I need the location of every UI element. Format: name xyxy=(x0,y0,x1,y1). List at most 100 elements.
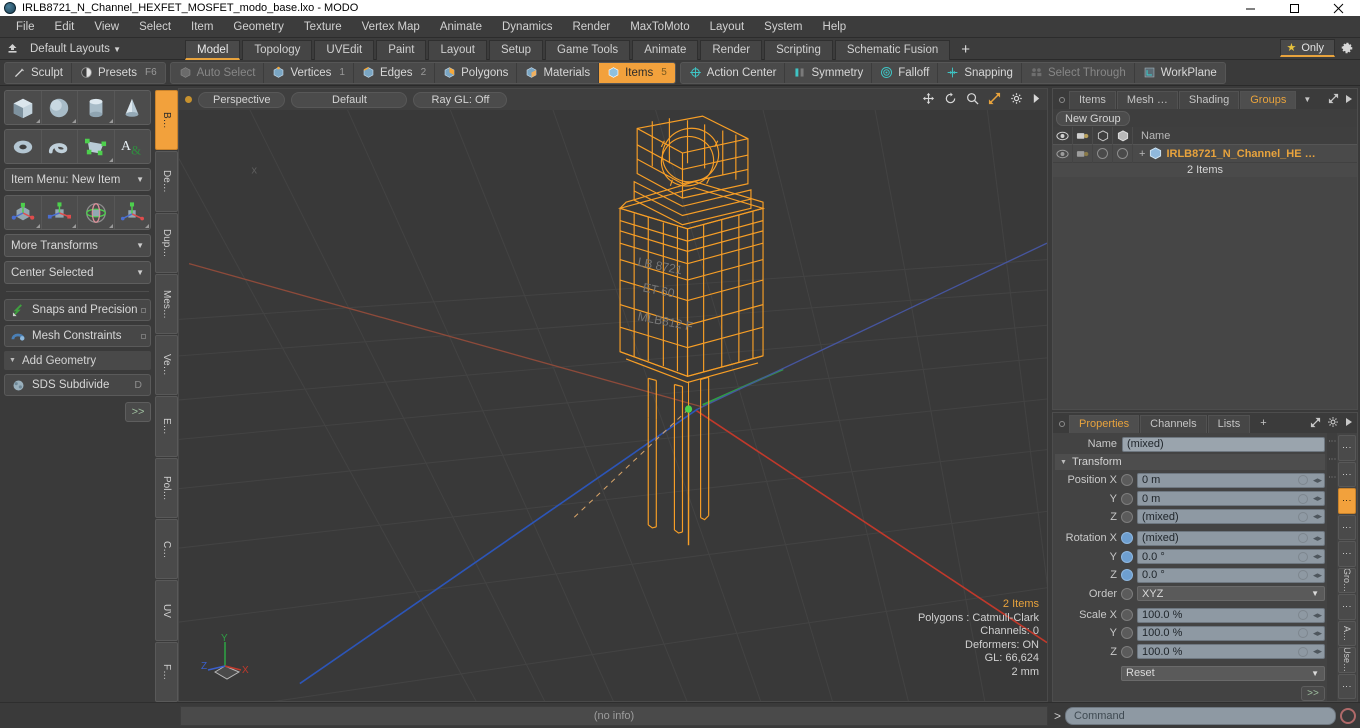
name-field[interactable]: (mixed) xyxy=(1122,436,1325,452)
viewport-shading-button[interactable]: Default xyxy=(291,91,408,108)
rotation-y-spinner[interactable]: ◂▸ xyxy=(1313,551,1322,562)
rotation-z-spinner[interactable]: ◂▸ xyxy=(1313,570,1322,581)
rotation-x-key-circle[interactable] xyxy=(1298,533,1308,544)
transform-section-header[interactable]: ▼ Transform xyxy=(1055,454,1325,470)
chevron-down-icon[interactable]: ▼ xyxy=(1297,91,1317,109)
viewport-3d-canvas[interactable]: x LB 8721 ET 60 MLB812 F 2 Items Polygon… xyxy=(178,110,1048,702)
scale-x-field[interactable]: 100.0 % ◂▸ xyxy=(1137,607,1325,623)
gear-icon[interactable] xyxy=(1338,39,1356,57)
tab-model[interactable]: Model xyxy=(185,39,241,60)
snaps-and-precision-button[interactable]: Snaps and Precision xyxy=(4,299,151,321)
pvtab-3[interactable]: ⋮ xyxy=(1338,488,1356,514)
torus-primitive-button[interactable] xyxy=(5,130,41,163)
item-menu-dropdown[interactable]: Item Menu: New Item ▼ xyxy=(4,168,151,191)
viewport-gear-icon[interactable] xyxy=(1010,92,1023,108)
select-through-button[interactable]: Select Through xyxy=(1022,62,1135,83)
menu-layout[interactable]: Layout xyxy=(700,16,755,38)
scale-x-spinner[interactable]: ◂▸ xyxy=(1313,610,1322,621)
menu-render[interactable]: Render xyxy=(562,16,620,38)
tab-paint[interactable]: Paint xyxy=(376,39,427,60)
row-shaded-toggle[interactable] xyxy=(1093,145,1113,163)
position-x-field[interactable]: 0 m ◂▸ xyxy=(1137,472,1325,488)
command-input[interactable]: Command xyxy=(1065,706,1336,725)
items-button[interactable]: Items 5 xyxy=(599,62,675,83)
tab-channels[interactable]: Channels xyxy=(1140,415,1207,433)
position-y-field[interactable]: 0 m ◂▸ xyxy=(1137,491,1325,506)
position-z-spinner[interactable]: ◂▸ xyxy=(1313,511,1322,522)
materials-button[interactable]: Materials xyxy=(517,62,600,83)
menu-view[interactable]: View xyxy=(84,16,129,38)
pvtab-a[interactable]: A… xyxy=(1338,620,1356,646)
vertices-button[interactable]: Vertices 1 xyxy=(264,62,354,83)
draw-polygon-tool-button[interactable] xyxy=(78,130,114,163)
rotation-y-key-circle[interactable] xyxy=(1298,551,1308,562)
add-properties-tab-button[interactable]: + xyxy=(1251,415,1275,433)
position-y-channel-dot[interactable] xyxy=(1121,492,1133,505)
scale-y-key-circle[interactable] xyxy=(1298,628,1308,639)
tab-uvedit[interactable]: UVEdit xyxy=(314,39,375,60)
tab-game-tools[interactable]: Game Tools xyxy=(545,39,631,60)
tab-setup[interactable]: Setup xyxy=(488,39,544,60)
sds-subdivide-button[interactable]: SDS Subdivide D xyxy=(4,374,151,396)
polygons-button[interactable]: Polygons xyxy=(435,62,518,83)
viewport-view-mode-button[interactable]: Perspective xyxy=(198,91,286,108)
pvtab-7[interactable]: ⋮ xyxy=(1338,594,1356,620)
vtab-edge[interactable]: E… xyxy=(155,396,178,457)
symmetry-button[interactable]: Symmetry xyxy=(785,62,873,83)
tab-schematic-fusion[interactable]: Schematic Fusion xyxy=(834,39,951,60)
table-row[interactable]: + IRLB8721_N_Channel_HE … xyxy=(1053,145,1357,163)
close-button[interactable] xyxy=(1316,0,1360,16)
scale-z-field[interactable]: 100.0 % ◂▸ xyxy=(1137,644,1325,660)
center-selected-dropdown[interactable]: Center Selected ▼ xyxy=(4,261,151,284)
menu-help[interactable]: Help xyxy=(813,16,857,38)
move-view-icon[interactable] xyxy=(922,92,935,108)
zoom-view-icon[interactable] xyxy=(966,92,979,108)
vtab-duplicate[interactable]: Dup… xyxy=(155,212,178,273)
record-icon[interactable] xyxy=(1340,707,1356,724)
camera-icon[interactable] xyxy=(1073,126,1093,145)
pvtab-groups[interactable]: Gro… xyxy=(1338,567,1356,593)
rotation-y-channel-dot[interactable] xyxy=(1121,550,1133,563)
pvtab-2[interactable]: ⋮ xyxy=(1338,461,1356,487)
text-tool-button[interactable]: A & xyxy=(114,130,150,163)
presets-button[interactable]: Presets F6 xyxy=(72,63,165,83)
tab-mesh-ops[interactable]: Mesh … xyxy=(1116,91,1178,109)
fit-view-icon[interactable] xyxy=(988,92,1001,108)
tab-groups[interactable]: Groups xyxy=(1240,91,1297,109)
scale-y-field[interactable]: 100.0 % ◂▸ xyxy=(1137,625,1325,641)
position-z-key-circle[interactable] xyxy=(1298,511,1308,522)
rotate-view-icon[interactable] xyxy=(944,91,957,108)
home-up-icon[interactable] xyxy=(0,39,24,59)
menu-item[interactable]: Item xyxy=(181,16,223,38)
snapping-button[interactable]: Snapping xyxy=(938,62,1022,83)
cylinder-primitive-button[interactable] xyxy=(78,91,114,124)
minimize-button[interactable] xyxy=(1228,0,1272,16)
scale-z-spinner[interactable]: ◂▸ xyxy=(1313,646,1322,657)
tab-items[interactable]: Items xyxy=(1069,91,1116,109)
menu-dynamics[interactable]: Dynamics xyxy=(492,16,562,38)
pvtab-10[interactable]: ⋮ xyxy=(1338,673,1356,699)
vtab-fusion[interactable]: F… xyxy=(155,641,178,702)
pvtab-1[interactable]: ⋮ xyxy=(1338,435,1356,461)
expand-icon[interactable] xyxy=(1310,417,1321,431)
menu-texture[interactable]: Texture xyxy=(294,16,352,38)
sculpt-button[interactable]: Sculpt xyxy=(5,62,72,83)
scale-y-channel-dot[interactable] xyxy=(1121,627,1133,640)
scale-y-spinner[interactable]: ◂▸ xyxy=(1313,628,1322,639)
menu-vertex-map[interactable]: Vertex Map xyxy=(352,16,430,38)
tab-lists[interactable]: Lists xyxy=(1207,415,1251,433)
vtab-curve[interactable]: C… xyxy=(155,519,178,580)
falloff-button[interactable]: Falloff xyxy=(872,62,939,83)
pvtab-user[interactable]: Use… xyxy=(1338,647,1356,673)
rotate-tool-button[interactable] xyxy=(78,196,114,229)
cube-primitive-button[interactable] xyxy=(5,91,41,124)
rotation-x-channel-dot[interactable] xyxy=(1121,532,1133,545)
sphere-primitive-button[interactable] xyxy=(41,91,77,124)
tab-layout[interactable]: Layout xyxy=(428,39,487,60)
tab-render[interactable]: Render xyxy=(700,39,763,60)
menu-file[interactable]: File xyxy=(6,16,45,38)
rotation-z-field[interactable]: 0.0 ° ◂▸ xyxy=(1137,567,1325,583)
auto-select-button[interactable]: Auto Select xyxy=(171,62,265,83)
order-select[interactable]: XYZ ▼ xyxy=(1137,586,1325,602)
order-channel-dot[interactable] xyxy=(1121,587,1133,600)
